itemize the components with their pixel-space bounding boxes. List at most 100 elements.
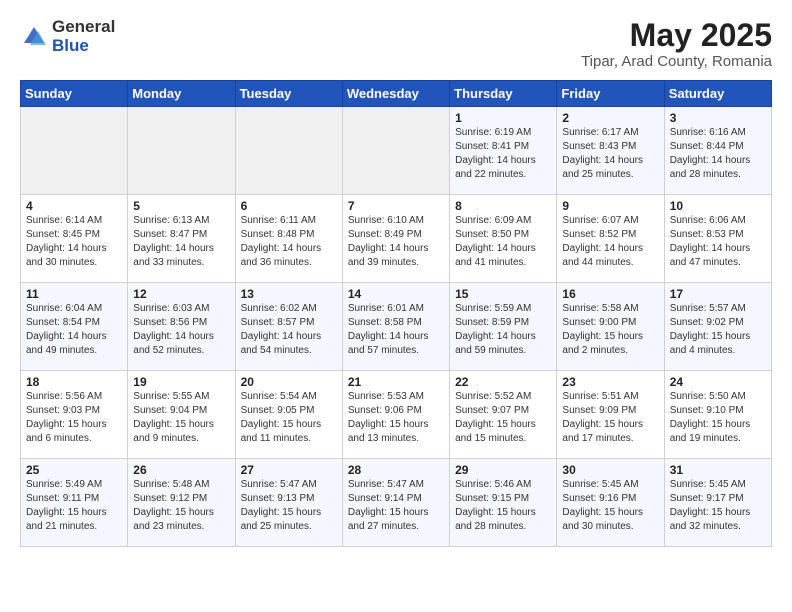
- day-info: Sunrise: 5:50 AM Sunset: 9:10 PM Dayligh…: [670, 390, 766, 446]
- calendar-cell: 25Sunrise: 5:49 AM Sunset: 9:11 PM Dayli…: [21, 459, 128, 547]
- day-number: 23: [562, 375, 658, 389]
- calendar-cell: [21, 107, 128, 195]
- page: General Blue May 2025 Tipar, Arad County…: [0, 0, 792, 565]
- calendar-cell: 22Sunrise: 5:52 AM Sunset: 9:07 PM Dayli…: [450, 371, 557, 459]
- day-number: 6: [241, 199, 337, 213]
- calendar-cell: 1Sunrise: 6:19 AM Sunset: 8:41 PM Daylig…: [450, 107, 557, 195]
- day-number: 4: [26, 199, 122, 213]
- calendar-cell: 15Sunrise: 5:59 AM Sunset: 8:59 PM Dayli…: [450, 283, 557, 371]
- day-number: 26: [133, 463, 229, 477]
- day-number: 19: [133, 375, 229, 389]
- calendar-cell: [235, 107, 342, 195]
- day-info: Sunrise: 6:01 AM Sunset: 8:58 PM Dayligh…: [348, 302, 444, 358]
- day-number: 20: [241, 375, 337, 389]
- calendar-table: SundayMondayTuesdayWednesdayThursdayFrid…: [20, 80, 772, 547]
- day-number: 30: [562, 463, 658, 477]
- calendar-cell: [128, 107, 235, 195]
- calendar-cell: 16Sunrise: 5:58 AM Sunset: 9:00 PM Dayli…: [557, 283, 664, 371]
- day-number: 10: [670, 199, 766, 213]
- day-info: Sunrise: 5:58 AM Sunset: 9:00 PM Dayligh…: [562, 302, 658, 358]
- day-number: 12: [133, 287, 229, 301]
- day-info: Sunrise: 6:06 AM Sunset: 8:53 PM Dayligh…: [670, 214, 766, 270]
- day-number: 14: [348, 287, 444, 301]
- calendar-cell: 7Sunrise: 6:10 AM Sunset: 8:49 PM Daylig…: [342, 195, 449, 283]
- day-info: Sunrise: 5:47 AM Sunset: 9:13 PM Dayligh…: [241, 478, 337, 534]
- day-number: 9: [562, 199, 658, 213]
- calendar-cell: 29Sunrise: 5:46 AM Sunset: 9:15 PM Dayli…: [450, 459, 557, 547]
- day-header-row: SundayMondayTuesdayWednesdayThursdayFrid…: [21, 81, 772, 107]
- day-number: 25: [26, 463, 122, 477]
- day-number: 8: [455, 199, 551, 213]
- calendar-cell: 8Sunrise: 6:09 AM Sunset: 8:50 PM Daylig…: [450, 195, 557, 283]
- calendar-cell: 27Sunrise: 5:47 AM Sunset: 9:13 PM Dayli…: [235, 459, 342, 547]
- calendar-week-row: 11Sunrise: 6:04 AM Sunset: 8:54 PM Dayli…: [21, 283, 772, 371]
- day-number: 24: [670, 375, 766, 389]
- day-header-wednesday: Wednesday: [342, 81, 449, 107]
- day-header-saturday: Saturday: [664, 81, 771, 107]
- logo: General Blue: [20, 18, 115, 55]
- title-block: May 2025 Tipar, Arad County, Romania: [581, 18, 772, 70]
- logo-general-label: General: [52, 18, 115, 37]
- calendar-cell: 17Sunrise: 5:57 AM Sunset: 9:02 PM Dayli…: [664, 283, 771, 371]
- logo-text: General Blue: [52, 18, 115, 55]
- calendar-cell: [342, 107, 449, 195]
- day-number: 29: [455, 463, 551, 477]
- day-number: 22: [455, 375, 551, 389]
- calendar-cell: 18Sunrise: 5:56 AM Sunset: 9:03 PM Dayli…: [21, 371, 128, 459]
- calendar-title: May 2025: [581, 18, 772, 53]
- calendar-cell: 4Sunrise: 6:14 AM Sunset: 8:45 PM Daylig…: [21, 195, 128, 283]
- logo-icon: [20, 23, 48, 51]
- day-number: 17: [670, 287, 766, 301]
- calendar-cell: 26Sunrise: 5:48 AM Sunset: 9:12 PM Dayli…: [128, 459, 235, 547]
- day-info: Sunrise: 5:45 AM Sunset: 9:17 PM Dayligh…: [670, 478, 766, 534]
- day-info: Sunrise: 6:09 AM Sunset: 8:50 PM Dayligh…: [455, 214, 551, 270]
- calendar-cell: 9Sunrise: 6:07 AM Sunset: 8:52 PM Daylig…: [557, 195, 664, 283]
- calendar-cell: 21Sunrise: 5:53 AM Sunset: 9:06 PM Dayli…: [342, 371, 449, 459]
- calendar-cell: 12Sunrise: 6:03 AM Sunset: 8:56 PM Dayli…: [128, 283, 235, 371]
- day-number: 16: [562, 287, 658, 301]
- day-number: 28: [348, 463, 444, 477]
- calendar-cell: 30Sunrise: 5:45 AM Sunset: 9:16 PM Dayli…: [557, 459, 664, 547]
- day-number: 11: [26, 287, 122, 301]
- day-number: 7: [348, 199, 444, 213]
- header: General Blue May 2025 Tipar, Arad County…: [20, 18, 772, 70]
- day-info: Sunrise: 5:45 AM Sunset: 9:16 PM Dayligh…: [562, 478, 658, 534]
- day-info: Sunrise: 5:55 AM Sunset: 9:04 PM Dayligh…: [133, 390, 229, 446]
- day-info: Sunrise: 6:07 AM Sunset: 8:52 PM Dayligh…: [562, 214, 658, 270]
- day-info: Sunrise: 5:51 AM Sunset: 9:09 PM Dayligh…: [562, 390, 658, 446]
- calendar-cell: 31Sunrise: 5:45 AM Sunset: 9:17 PM Dayli…: [664, 459, 771, 547]
- day-number: 3: [670, 111, 766, 125]
- calendar-week-row: 1Sunrise: 6:19 AM Sunset: 8:41 PM Daylig…: [21, 107, 772, 195]
- day-info: Sunrise: 6:19 AM Sunset: 8:41 PM Dayligh…: [455, 126, 551, 182]
- calendar-cell: 19Sunrise: 5:55 AM Sunset: 9:04 PM Dayli…: [128, 371, 235, 459]
- logo-blue-label: Blue: [52, 37, 115, 56]
- day-header-tuesday: Tuesday: [235, 81, 342, 107]
- day-info: Sunrise: 5:57 AM Sunset: 9:02 PM Dayligh…: [670, 302, 766, 358]
- day-info: Sunrise: 6:10 AM Sunset: 8:49 PM Dayligh…: [348, 214, 444, 270]
- calendar-week-row: 25Sunrise: 5:49 AM Sunset: 9:11 PM Dayli…: [21, 459, 772, 547]
- calendar-cell: 2Sunrise: 6:17 AM Sunset: 8:43 PM Daylig…: [557, 107, 664, 195]
- day-info: Sunrise: 6:02 AM Sunset: 8:57 PM Dayligh…: [241, 302, 337, 358]
- calendar-cell: 10Sunrise: 6:06 AM Sunset: 8:53 PM Dayli…: [664, 195, 771, 283]
- calendar-cell: 23Sunrise: 5:51 AM Sunset: 9:09 PM Dayli…: [557, 371, 664, 459]
- day-info: Sunrise: 6:14 AM Sunset: 8:45 PM Dayligh…: [26, 214, 122, 270]
- day-number: 31: [670, 463, 766, 477]
- day-number: 15: [455, 287, 551, 301]
- calendar-cell: 24Sunrise: 5:50 AM Sunset: 9:10 PM Dayli…: [664, 371, 771, 459]
- calendar-week-row: 18Sunrise: 5:56 AM Sunset: 9:03 PM Dayli…: [21, 371, 772, 459]
- calendar-cell: 3Sunrise: 6:16 AM Sunset: 8:44 PM Daylig…: [664, 107, 771, 195]
- day-number: 2: [562, 111, 658, 125]
- calendar-cell: 5Sunrise: 6:13 AM Sunset: 8:47 PM Daylig…: [128, 195, 235, 283]
- day-info: Sunrise: 5:54 AM Sunset: 9:05 PM Dayligh…: [241, 390, 337, 446]
- day-number: 21: [348, 375, 444, 389]
- calendar-cell: 28Sunrise: 5:47 AM Sunset: 9:14 PM Dayli…: [342, 459, 449, 547]
- day-info: Sunrise: 5:48 AM Sunset: 9:12 PM Dayligh…: [133, 478, 229, 534]
- day-info: Sunrise: 5:49 AM Sunset: 9:11 PM Dayligh…: [26, 478, 122, 534]
- day-info: Sunrise: 5:59 AM Sunset: 8:59 PM Dayligh…: [455, 302, 551, 358]
- day-info: Sunrise: 6:17 AM Sunset: 8:43 PM Dayligh…: [562, 126, 658, 182]
- day-number: 5: [133, 199, 229, 213]
- day-header-sunday: Sunday: [21, 81, 128, 107]
- day-info: Sunrise: 6:04 AM Sunset: 8:54 PM Dayligh…: [26, 302, 122, 358]
- calendar-cell: 13Sunrise: 6:02 AM Sunset: 8:57 PM Dayli…: [235, 283, 342, 371]
- day-info: Sunrise: 5:53 AM Sunset: 9:06 PM Dayligh…: [348, 390, 444, 446]
